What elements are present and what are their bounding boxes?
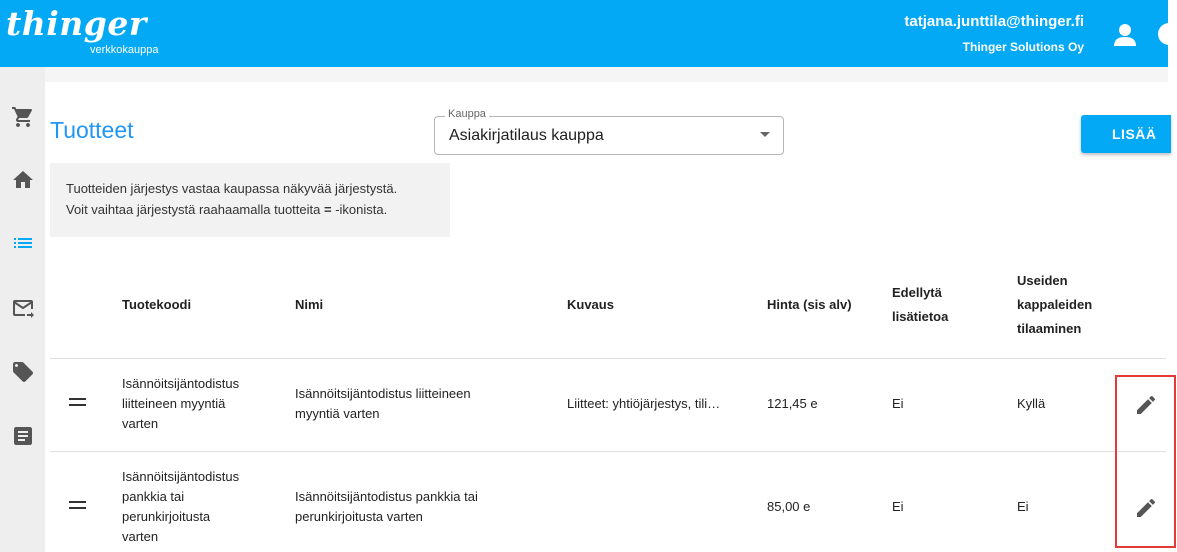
cell-name: Isännöitsijäntodistus liitteineen myynti… [295,386,471,421]
cell-requires-info: Ei [892,396,904,411]
cell-name: Isännöitsijäntodistus pankkia tai perunk… [295,489,478,524]
info-box: Tuotteiden järjestys vastaa kaupassa näk… [50,163,450,237]
cell-multi-order: Kyllä [1017,396,1046,411]
logo-subtitle: verkkokauppa [90,44,159,56]
sidebar-item-home[interactable] [11,168,35,192]
top-strip [45,67,1168,82]
home-icon [13,171,33,188]
shop-select-label: Kauppa [445,108,489,120]
annotation-highlight [1115,375,1176,548]
header-price[interactable]: Hinta (sis alv) [767,293,852,317]
shop-select[interactable]: Asiakirjatilaus kauppa [434,116,784,155]
user-organization: Thinger Solutions Oy [962,40,1084,54]
info-line-2: Voit vaihtaa järjestystä raahaamalla tuo… [66,202,388,217]
drag-handle-icon[interactable] [69,501,86,509]
cell-code: Isännöitsijäntodistus liitteineen myynti… [122,376,240,431]
shop-select-value: Asiakirjatilaus kauppa [449,127,604,144]
sidebar-item-tags[interactable] [11,360,35,384]
logo-text: thinger [6,4,147,43]
cell-price: 121,45 e [767,396,818,411]
app-bar: thinger verkkokauppa tatjana.junttila@th… [0,0,1177,67]
cell-code: Isännöitsijäntodistus pankkia tai perunk… [122,469,240,544]
cell-multi-order: Ei [1017,499,1029,514]
sidebar-item-cart[interactable] [11,105,35,129]
add-button[interactable]: LISÄÄ [1081,115,1171,153]
mail-forward-icon [13,300,34,318]
header-divider [50,358,1166,359]
sidebar-item-documents[interactable] [11,424,35,448]
account-button[interactable] [1110,20,1140,50]
drag-handle-icon[interactable] [69,398,86,406]
header-code[interactable]: Tuotekoodi [122,293,191,317]
dropdown-arrow-icon [760,132,770,137]
cart-icon [12,107,33,127]
row-divider [50,451,1166,452]
sidebar [0,67,45,552]
sidebar-item-messages[interactable] [11,296,35,320]
tag-icon [13,362,33,382]
document-icon [14,427,32,445]
sidebar-item-products[interactable] [11,231,35,255]
cell-price: 85,00 e [767,499,811,514]
user-email: tatjana.junttila@thinger.fi [904,13,1084,30]
page-title: Tuotteet [50,117,134,143]
header-requires-info[interactable]: Edellytä lisätietoa [892,281,948,329]
list-icon [14,238,32,248]
info-line-1: Tuotteiden järjestys vastaa kaupassa näk… [66,181,398,196]
header-description[interactable]: Kuvaus [567,293,614,317]
account-icon [1114,24,1136,46]
cell-requires-info: Ei [892,499,904,514]
drag-symbol: = [323,202,332,217]
header-multi-order[interactable]: Useiden kappaleiden tilaaminen [1017,269,1092,341]
cell-description: Liitteet: yhtiöjärjestys, tili… [567,396,721,411]
header-name[interactable]: Nimi [295,293,323,317]
logo[interactable]: thinger verkkokauppa [6,4,159,57]
